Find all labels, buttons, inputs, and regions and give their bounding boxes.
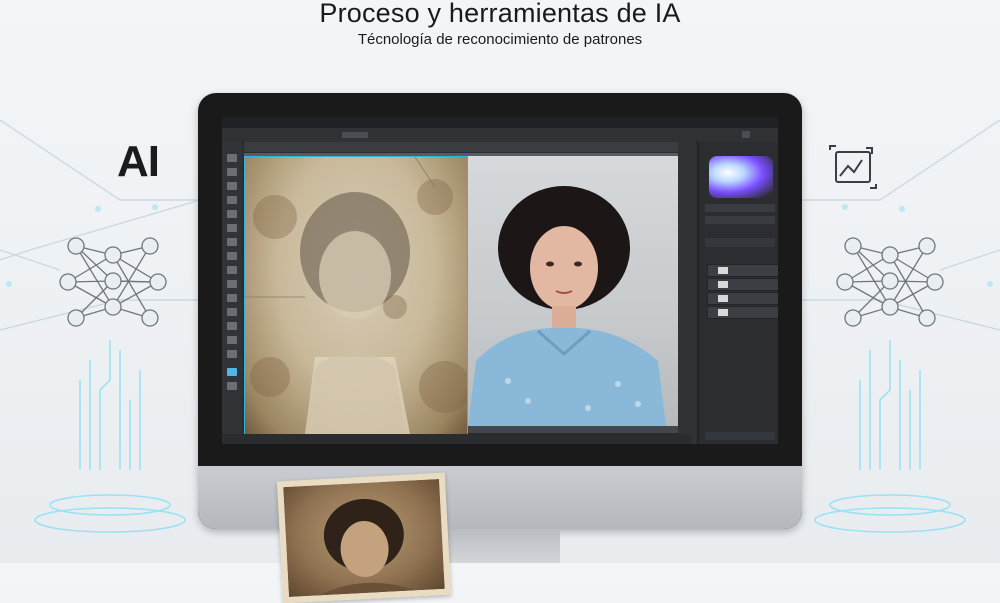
menu-bar[interactable] bbox=[222, 117, 778, 128]
right-panels[interactable] bbox=[698, 142, 778, 444]
options-bar[interactable] bbox=[222, 128, 778, 143]
pen-tool-icon[interactable] bbox=[227, 322, 237, 330]
circuit-glow-left bbox=[34, 340, 186, 533]
page-subtitle: Técnología de reconocimiento de patrones bbox=[357, 31, 643, 48]
canvas-area[interactable] bbox=[244, 153, 696, 435]
healing-tool-icon[interactable] bbox=[227, 224, 237, 232]
quick-mask-icon[interactable] bbox=[227, 382, 237, 390]
eyedropper-tool-icon[interactable] bbox=[227, 210, 237, 218]
gradient-tool-icon[interactable] bbox=[227, 280, 237, 288]
vintage-printed-photo bbox=[276, 472, 452, 603]
restored-color-photo bbox=[468, 156, 694, 426]
text-tool-icon[interactable] bbox=[227, 336, 237, 344]
ai-label: AI bbox=[117, 137, 160, 186]
layer-row[interactable] bbox=[707, 264, 778, 277]
layer-row[interactable] bbox=[707, 278, 778, 291]
dodge-tool-icon[interactable] bbox=[227, 308, 237, 316]
photo-editor-window bbox=[222, 117, 778, 444]
eraser-tool-icon[interactable] bbox=[227, 266, 237, 274]
crop-tool-icon[interactable] bbox=[227, 196, 237, 204]
document-tab[interactable] bbox=[244, 142, 696, 152]
layer-row[interactable] bbox=[707, 306, 778, 319]
color-picker[interactable] bbox=[709, 156, 773, 198]
blur-tool-icon[interactable] bbox=[227, 294, 237, 302]
foreground-color-icon[interactable] bbox=[227, 368, 237, 376]
neural-network-right-icon bbox=[836, 237, 944, 327]
page-title: Proceso y herramientas de IA bbox=[319, 0, 681, 28]
brush-tool-icon[interactable] bbox=[227, 238, 237, 246]
image-processing-icon bbox=[829, 145, 877, 189]
status-bar bbox=[222, 434, 692, 444]
marquee-tool-icon[interactable] bbox=[227, 168, 237, 176]
circuit-glow-right bbox=[814, 340, 966, 533]
damaged-original-photo bbox=[244, 156, 468, 435]
layer-row[interactable] bbox=[707, 292, 778, 305]
move-tool-icon[interactable] bbox=[227, 154, 237, 162]
shape-tool-icon[interactable] bbox=[227, 350, 237, 358]
monitor-stand bbox=[440, 529, 560, 563]
tools-panel[interactable] bbox=[222, 142, 242, 444]
neural-network-left-icon bbox=[59, 237, 167, 327]
clone-tool-icon[interactable] bbox=[227, 252, 237, 260]
layer-actions-bar[interactable] bbox=[705, 432, 775, 440]
lasso-tool-icon[interactable] bbox=[227, 182, 237, 190]
panel-icons-column[interactable] bbox=[678, 142, 696, 444]
